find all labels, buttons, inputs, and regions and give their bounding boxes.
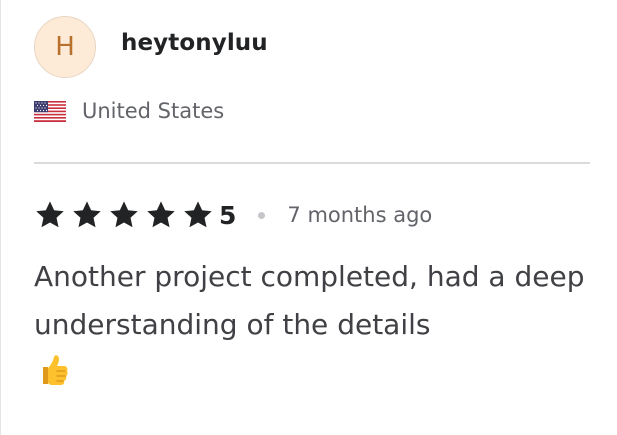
avatar-initial: H — [55, 32, 75, 62]
separator-dot — [258, 211, 266, 219]
reviewer-country-row: United States — [34, 96, 224, 126]
review-card: H heytonyluu United States 5 7 months ag… — [0, 0, 617, 435]
review-text-block: Another project completed, had a deep un… — [34, 253, 589, 397]
star-icon — [184, 201, 212, 228]
reviewer-country: United States — [82, 99, 225, 123]
divider — [34, 162, 590, 164]
thumbs-up-icon — [43, 355, 68, 385]
reviewer-username[interactable]: heytonyluu — [121, 30, 268, 56]
rating-value: 5 — [219, 200, 237, 230]
star-icon — [36, 201, 64, 228]
star-rating — [34, 199, 219, 231]
rating-row: 5 7 months ago — [34, 197, 432, 233]
star-icon — [73, 201, 101, 228]
us-flag-icon — [34, 100, 66, 122]
star-icon — [147, 201, 175, 228]
avatar[interactable]: H — [34, 16, 96, 78]
star-icon — [110, 201, 138, 228]
review-time: 7 months ago — [287, 203, 433, 227]
review-text: Another project completed, had a deep un… — [34, 260, 585, 341]
